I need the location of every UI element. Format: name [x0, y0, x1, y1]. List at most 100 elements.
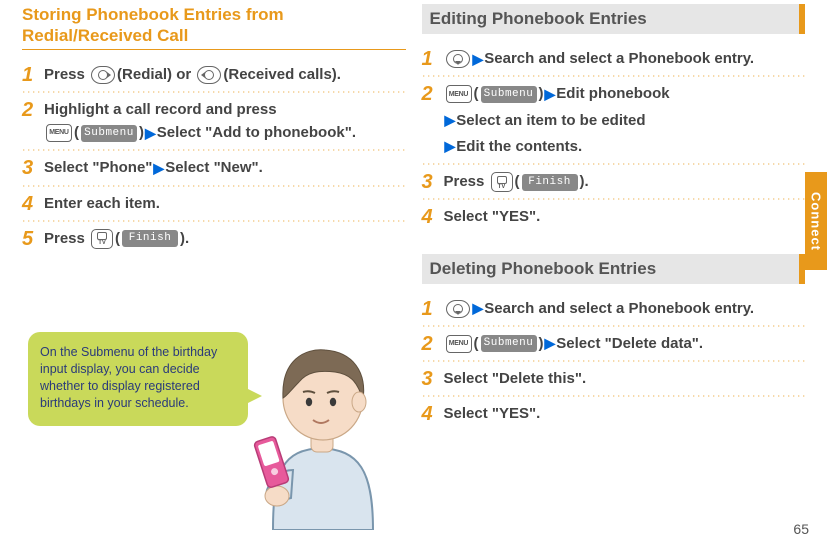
text: Edit phonebook: [556, 84, 669, 104]
step-body: Select "YES".: [444, 404, 806, 424]
right-column: Editing Phonebook Entries 1 ▶ Search and…: [422, 4, 806, 451]
text: (Redial) or: [117, 65, 195, 85]
step-number: 5: [22, 229, 36, 249]
step-body: ▶ Search and select a Phonebook entry.: [444, 299, 806, 319]
text: Highlight a call record and press: [44, 100, 406, 120]
step-number: 3: [22, 158, 36, 178]
illustration-area: On the Submenu of the birthday input dis…: [28, 320, 398, 530]
arrow-icon: ▶: [145, 124, 156, 143]
step-number: 2: [422, 334, 436, 354]
step-1: 1 ▶ Search and select a Phonebook entry.: [422, 44, 806, 77]
step-body: ▶ Search and select a Phonebook entry.: [444, 49, 806, 69]
nav-key-down-icon: [446, 300, 470, 318]
text: ): [539, 84, 544, 104]
step-number: 4: [422, 207, 436, 227]
step-4: 4 Enter each item.: [22, 189, 406, 222]
step-4: 4 Select "YES".: [422, 399, 806, 432]
step-body: Select "Delete this".: [444, 369, 806, 389]
text: (: [115, 229, 120, 249]
text: Select "Delete this".: [444, 369, 587, 389]
step-body: Enter each item.: [44, 194, 406, 214]
step-body: Highlight a call record and press MENU (…: [44, 100, 406, 144]
step-number: 1: [22, 65, 36, 85]
step-body: Select "YES".: [444, 207, 806, 227]
step-number: 2: [422, 84, 436, 104]
step-2: 2 MENU ( Submenu ) ▶ Edit phonebook ▶ Se…: [422, 79, 806, 165]
step-3: 3 Select "Phone" ▶ Select "New".: [22, 153, 406, 186]
arrow-icon: ▶: [445, 111, 456, 130]
text: Edit the contents.: [456, 137, 582, 157]
menu-key-icon: MENU: [446, 85, 472, 103]
text: Search and select a Phonebook entry.: [484, 49, 754, 69]
nav-key-down-icon: [446, 50, 470, 68]
step-2: 2 Highlight a call record and press MENU…: [22, 95, 406, 152]
softkey-submenu: Submenu: [81, 125, 137, 142]
softkey-finish: Finish: [122, 230, 178, 247]
text: Select "Delete data".: [556, 334, 703, 354]
arrow-icon: ▶: [153, 159, 164, 178]
step-body: Press ( Finish ) .: [44, 229, 406, 249]
step-5: 5 Press ( Finish ) .: [22, 224, 406, 257]
arrow-icon: ▶: [473, 50, 484, 69]
section-title-storing: Storing Phonebook Entries from Redial/Re…: [22, 4, 406, 50]
tip-bubble: On the Submenu of the birthday input dis…: [28, 332, 248, 426]
step-3: 3 Press ( Finish ) .: [422, 167, 806, 200]
step-2: 2 MENU ( Submenu ) ▶ Select "Delete data…: [422, 329, 806, 362]
menu-key-icon: MENU: [446, 335, 472, 353]
text: (Received calls).: [223, 65, 341, 85]
text: (: [474, 334, 479, 354]
softkey-finish: Finish: [522, 174, 578, 191]
step-number: 2: [22, 100, 36, 120]
text: Press: [44, 229, 89, 249]
arrow-icon: ▶: [545, 85, 556, 104]
camera-key-icon: [91, 229, 113, 249]
step-body: MENU ( Submenu ) ▶ Edit phonebook ▶ Sele…: [444, 84, 806, 157]
text: Search and select a Phonebook entry.: [484, 299, 754, 319]
step-body: Select "Phone" ▶ Select "New".: [44, 158, 406, 178]
deleting-block: Deleting Phonebook Entries 1 ▶ Search an…: [422, 254, 806, 433]
text: .: [585, 172, 589, 192]
text: Press: [44, 65, 89, 85]
editing-block: Editing Phonebook Entries 1 ▶ Search and…: [422, 4, 806, 236]
text: ): [539, 334, 544, 354]
text: (: [515, 172, 520, 192]
step-1: 1 Press (Redial) or (Received calls).: [22, 60, 406, 93]
page-number: 65: [793, 521, 809, 537]
text: Press: [444, 172, 489, 192]
step-body: Press (Redial) or (Received calls).: [44, 65, 406, 85]
text: Select "YES".: [444, 207, 541, 227]
text: Select "Phone": [44, 158, 152, 178]
step-4: 4 Select "YES".: [422, 202, 806, 235]
softkey-submenu: Submenu: [481, 335, 537, 352]
step-number: 1: [422, 49, 436, 69]
step-number: 4: [422, 404, 436, 424]
text: (: [74, 123, 79, 143]
nav-key-right-icon: [91, 66, 115, 84]
arrow-icon: ▶: [545, 334, 556, 353]
step-number: 4: [22, 194, 36, 214]
text: ): [139, 123, 144, 143]
person-with-phone-icon: [233, 320, 408, 530]
text: .: [185, 229, 189, 249]
text: Enter each item.: [44, 194, 160, 214]
step-number: 3: [422, 172, 436, 192]
side-tab-connect: Connect: [805, 172, 827, 270]
step-3: 3 Select "Delete this".: [422, 364, 806, 397]
step-body: Press ( Finish ) .: [444, 172, 806, 192]
camera-key-icon: [491, 172, 513, 192]
section-title-deleting: Deleting Phonebook Entries: [422, 254, 806, 284]
step-number: 1: [422, 299, 436, 319]
nav-key-left-icon: [197, 66, 221, 84]
text: Select "YES".: [444, 404, 541, 424]
text: Select an item to be edited: [456, 111, 645, 131]
section-title-editing: Editing Phonebook Entries: [422, 4, 806, 34]
text: Select "New".: [165, 158, 263, 178]
step-body: MENU ( Submenu ) ▶ Select "Delete data".: [444, 334, 806, 354]
menu-key-icon: MENU: [46, 124, 72, 142]
step-number: 3: [422, 369, 436, 389]
softkey-submenu: Submenu: [481, 86, 537, 103]
step-1: 1 ▶ Search and select a Phonebook entry.: [422, 294, 806, 327]
arrow-icon: ▶: [445, 137, 456, 156]
arrow-icon: ▶: [473, 299, 484, 318]
text: (: [474, 84, 479, 104]
